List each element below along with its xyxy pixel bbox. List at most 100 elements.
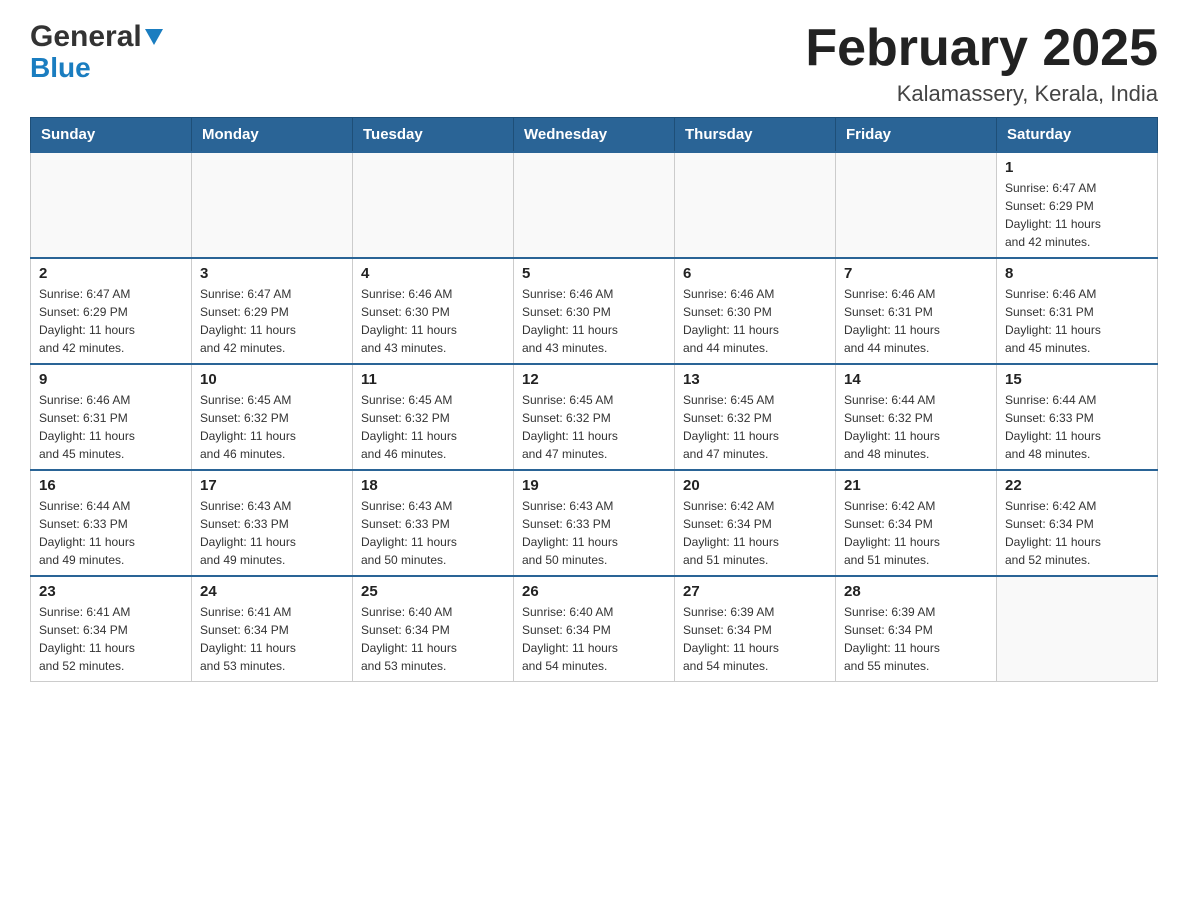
calendar-cell: 27 Sunrise: 6:39 AM Sunset: 6:34 PM Dayli…	[675, 576, 836, 682]
calendar-cell: 4 Sunrise: 6:46 AM Sunset: 6:30 PM Daylig…	[353, 258, 514, 364]
day-number: 22	[1005, 477, 1149, 494]
day-info: Sunrise: 6:46 AM Sunset: 6:31 PM Dayligh…	[39, 391, 183, 463]
day-number: 14	[844, 371, 988, 388]
weekday-header-wednesday: Wednesday	[514, 118, 675, 153]
logo-blue-text: Blue	[30, 54, 91, 82]
day-info: Sunrise: 6:43 AM Sunset: 6:33 PM Dayligh…	[200, 497, 344, 569]
calendar-cell: 2Sunrise: 6:47 AM Sunset: 6:29 PM Daylig…	[31, 258, 192, 364]
calendar-subtitle: Kalamassery, Kerala, India	[805, 81, 1158, 107]
day-number: 17	[200, 477, 344, 494]
day-info: Sunrise: 6:45 AM Sunset: 6:32 PM Dayligh…	[683, 391, 827, 463]
day-info: Sunrise: 6:46 AM Sunset: 6:30 PM Dayligh…	[683, 285, 827, 357]
day-info: Sunrise: 6:44 AM Sunset: 6:33 PM Dayligh…	[1005, 391, 1149, 463]
calendar-cell: 21 Sunrise: 6:42 AM Sunset: 6:34 PM Dayli…	[836, 470, 997, 576]
day-number: 23	[39, 583, 183, 600]
day-number: 24	[200, 583, 344, 600]
day-info: Sunrise: 6:47 AM Sunset: 6:29 PM Dayligh…	[39, 285, 183, 357]
calendar-cell: 26Sunrise: 6:40 AM Sunset: 6:34 PM Dayli…	[514, 576, 675, 682]
day-info: Sunrise: 6:46 AM Sunset: 6:31 PM Dayligh…	[844, 285, 988, 357]
day-info: Sunrise: 6:39 AM Sunset: 6:34 PM Dayligh…	[683, 603, 827, 675]
calendar-cell	[31, 152, 192, 258]
day-number: 3	[200, 265, 344, 282]
calendar-cell: 7 Sunrise: 6:46 AM Sunset: 6:31 PM Daylig…	[836, 258, 997, 364]
calendar-week-2: 2Sunrise: 6:47 AM Sunset: 6:29 PM Daylig…	[31, 258, 1158, 364]
weekday-header-monday: Monday	[192, 118, 353, 153]
calendar-cell: 13 Sunrise: 6:45 AM Sunset: 6:32 PM Dayli…	[675, 364, 836, 470]
calendar-cell	[353, 152, 514, 258]
calendar-cell: 6 Sunrise: 6:46 AM Sunset: 6:30 PM Daylig…	[675, 258, 836, 364]
calendar-cell	[997, 576, 1158, 682]
day-number: 18	[361, 477, 505, 494]
calendar-cell	[675, 152, 836, 258]
calendar-cell: 24 Sunrise: 6:41 AM Sunset: 6:34 PM Dayli…	[192, 576, 353, 682]
day-number: 1	[1005, 159, 1149, 176]
weekday-header-thursday: Thursday	[675, 118, 836, 153]
calendar-week-4: 16 Sunrise: 6:44 AM Sunset: 6:33 PM Dayli…	[31, 470, 1158, 576]
calendar-cell: 8 Sunrise: 6:46 AM Sunset: 6:31 PM Daylig…	[997, 258, 1158, 364]
calendar-cell	[836, 152, 997, 258]
day-info: Sunrise: 6:44 AM Sunset: 6:33 PM Dayligh…	[39, 497, 183, 569]
calendar-cell: 22Sunrise: 6:42 AM Sunset: 6:34 PM Dayli…	[997, 470, 1158, 576]
calendar-header: SundayMondayTuesdayWednesdayThursdayFrid…	[31, 118, 1158, 153]
calendar-week-1: 1Sunrise: 6:47 AM Sunset: 6:29 PM Daylig…	[31, 152, 1158, 258]
day-info: Sunrise: 6:42 AM Sunset: 6:34 PM Dayligh…	[683, 497, 827, 569]
calendar-cell: 3Sunrise: 6:47 AM Sunset: 6:29 PM Daylig…	[192, 258, 353, 364]
weekday-header-sunday: Sunday	[31, 118, 192, 153]
calendar-cell: 11 Sunrise: 6:45 AM Sunset: 6:32 PM Dayli…	[353, 364, 514, 470]
logo: General Blue	[30, 20, 163, 82]
day-info: Sunrise: 6:46 AM Sunset: 6:31 PM Dayligh…	[1005, 285, 1149, 357]
calendar-body: 1 Sunrise: 6:47 AM Sunset: 6:29 PM Daylig…	[31, 152, 1158, 682]
day-number: 19	[522, 477, 666, 494]
day-info: Sunrise: 6:41 AM Sunset: 6:34 PM Dayligh…	[39, 603, 183, 675]
day-info: Sunrise: 6:42 AM Sunset: 6:34 PM Dayligh…	[844, 497, 988, 569]
day-info: Sunrise: 6:41 AM Sunset: 6:34 PM Dayligh…	[200, 603, 344, 675]
calendar-table: SundayMondayTuesdayWednesdayThursdayFrid…	[30, 117, 1158, 682]
day-info: Sunrise: 6:39 AM Sunset: 6:34 PM Dayligh…	[844, 603, 988, 675]
calendar-cell: 17 Sunrise: 6:43 AM Sunset: 6:33 PM Dayli…	[192, 470, 353, 576]
day-number: 9	[39, 371, 183, 388]
day-info: Sunrise: 6:44 AM Sunset: 6:32 PM Dayligh…	[844, 391, 988, 463]
logo-triangle-icon	[145, 29, 163, 50]
day-number: 26	[522, 583, 666, 600]
calendar-cell: 28 Sunrise: 6:39 AM Sunset: 6:34 PM Dayli…	[836, 576, 997, 682]
calendar-cell: 5Sunrise: 6:46 AM Sunset: 6:30 PM Daylig…	[514, 258, 675, 364]
day-number: 27	[683, 583, 827, 600]
day-number: 10	[200, 371, 344, 388]
weekday-header-tuesday: Tuesday	[353, 118, 514, 153]
day-number: 16	[39, 477, 183, 494]
day-info: Sunrise: 6:40 AM Sunset: 6:34 PM Dayligh…	[361, 603, 505, 675]
day-number: 11	[361, 371, 505, 388]
day-number: 13	[683, 371, 827, 388]
day-number: 15	[1005, 371, 1149, 388]
calendar-cell: 23 Sunrise: 6:41 AM Sunset: 6:34 PM Dayli…	[31, 576, 192, 682]
day-number: 20	[683, 477, 827, 494]
logo-general-text: General	[30, 20, 142, 54]
calendar-cell	[514, 152, 675, 258]
calendar-cell: 19Sunrise: 6:43 AM Sunset: 6:33 PM Dayli…	[514, 470, 675, 576]
calendar-cell: 16 Sunrise: 6:44 AM Sunset: 6:33 PM Dayli…	[31, 470, 192, 576]
day-number: 7	[844, 265, 988, 282]
day-number: 6	[683, 265, 827, 282]
calendar-cell: 25 Sunrise: 6:40 AM Sunset: 6:34 PM Dayli…	[353, 576, 514, 682]
calendar-cell: 12 Sunrise: 6:45 AM Sunset: 6:32 PM Dayli…	[514, 364, 675, 470]
day-number: 12	[522, 371, 666, 388]
day-number: 25	[361, 583, 505, 600]
day-info: Sunrise: 6:45 AM Sunset: 6:32 PM Dayligh…	[361, 391, 505, 463]
calendar-cell: 9 Sunrise: 6:46 AM Sunset: 6:31 PM Daylig…	[31, 364, 192, 470]
day-number: 28	[844, 583, 988, 600]
day-number: 8	[1005, 265, 1149, 282]
day-info: Sunrise: 6:43 AM Sunset: 6:33 PM Dayligh…	[361, 497, 505, 569]
page-header: General Blue February 2025 Kalamassery, …	[30, 20, 1158, 107]
day-number: 5	[522, 265, 666, 282]
day-info: Sunrise: 6:46 AM Sunset: 6:30 PM Dayligh…	[361, 285, 505, 357]
day-number: 21	[844, 477, 988, 494]
weekday-header-row: SundayMondayTuesdayWednesdayThursdayFrid…	[31, 118, 1158, 153]
weekday-header-friday: Friday	[836, 118, 997, 153]
calendar-cell: 20 Sunrise: 6:42 AM Sunset: 6:34 PM Dayli…	[675, 470, 836, 576]
weekday-header-saturday: Saturday	[997, 118, 1158, 153]
day-number: 4	[361, 265, 505, 282]
calendar-cell: 15 Sunrise: 6:44 AM Sunset: 6:33 PM Dayli…	[997, 364, 1158, 470]
calendar-week-5: 23 Sunrise: 6:41 AM Sunset: 6:34 PM Dayli…	[31, 576, 1158, 682]
day-info: Sunrise: 6:45 AM Sunset: 6:32 PM Dayligh…	[522, 391, 666, 463]
calendar-cell: 14 Sunrise: 6:44 AM Sunset: 6:32 PM Dayli…	[836, 364, 997, 470]
